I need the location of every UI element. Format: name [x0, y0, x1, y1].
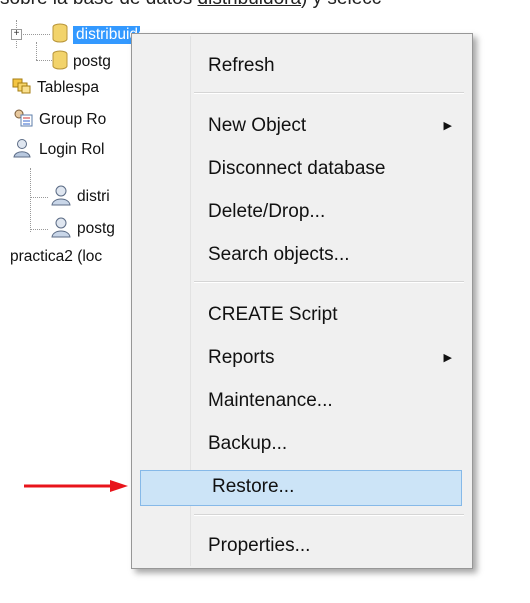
tree-item-label: distri	[77, 188, 110, 205]
menu-item-delete-drop[interactable]: Delete/Drop...	[136, 195, 466, 229]
menu-item-create-script[interactable]: CREATE Script	[136, 298, 466, 332]
context-menu: Refresh New Object ▶ Disconnect database …	[131, 33, 473, 569]
tree-item-tablespaces[interactable]: Tablespa	[12, 76, 99, 100]
tree-item-group-roles[interactable]: Group Ro	[12, 108, 106, 132]
submenu-arrow-icon: ▶	[443, 352, 452, 364]
tree-item-label: distribuidora	[73, 26, 140, 44]
database-icon	[52, 23, 68, 48]
tree-item-login-roles[interactable]: Login Rol	[12, 138, 105, 162]
tree-item-label: Group Ro	[39, 111, 107, 128]
tree-item-postgres-db[interactable]: postg	[52, 50, 111, 74]
tree-item-label: Tablespa	[37, 79, 100, 96]
red-arrow-icon	[24, 480, 128, 492]
tree-item-server-practica2[interactable]: practica2 (loc	[10, 245, 102, 269]
tree-item-distribuidora[interactable]: distribuidora	[52, 23, 140, 47]
caption-suffix: ) y selecc	[301, 0, 381, 9]
menu-separator	[194, 281, 464, 283]
caption-prefix: sobre la base de datos	[0, 0, 198, 9]
menu-item-refresh[interactable]: Refresh	[136, 49, 466, 83]
user-icon	[50, 184, 72, 211]
menu-item-properties[interactable]: Properties...	[136, 529, 466, 563]
database-icon	[52, 50, 68, 75]
group-roles-icon	[12, 108, 34, 133]
menu-separator	[194, 92, 464, 94]
tree-item-label: Login Rol	[39, 141, 105, 158]
tablespaces-icon	[12, 77, 32, 100]
tree-item-user-postgres[interactable]: postg	[50, 217, 115, 241]
menu-item-reports[interactable]: Reports ▶	[136, 341, 466, 375]
object-browser-tree: + distribuidora postg Tablespa Group Ro …	[0, 20, 140, 280]
menu-separator	[194, 514, 464, 516]
tree-item-label: postg	[73, 53, 111, 70]
menu-item-restore[interactable]: Restore...	[140, 470, 462, 506]
tree-item-label: postg	[77, 220, 115, 237]
expand-toggle[interactable]: +	[11, 29, 22, 40]
caption-link: distribuidora	[198, 0, 302, 9]
login-roles-icon	[12, 138, 34, 163]
menu-item-backup[interactable]: Backup...	[136, 427, 466, 461]
document-caption: sobre la base de datos distribuidora) y …	[0, 0, 530, 10]
menu-item-maintenance[interactable]: Maintenance...	[136, 384, 466, 418]
submenu-arrow-icon: ▶	[443, 120, 452, 132]
tree-item-user-distri[interactable]: distri	[50, 185, 110, 209]
menu-item-search-objects[interactable]: Search objects...	[136, 238, 466, 272]
user-icon	[50, 216, 72, 243]
menu-item-disconnect-database[interactable]: Disconnect database	[136, 152, 466, 186]
menu-item-new-object[interactable]: New Object ▶	[136, 109, 466, 143]
tree-item-label: practica2 (loc	[10, 248, 103, 265]
